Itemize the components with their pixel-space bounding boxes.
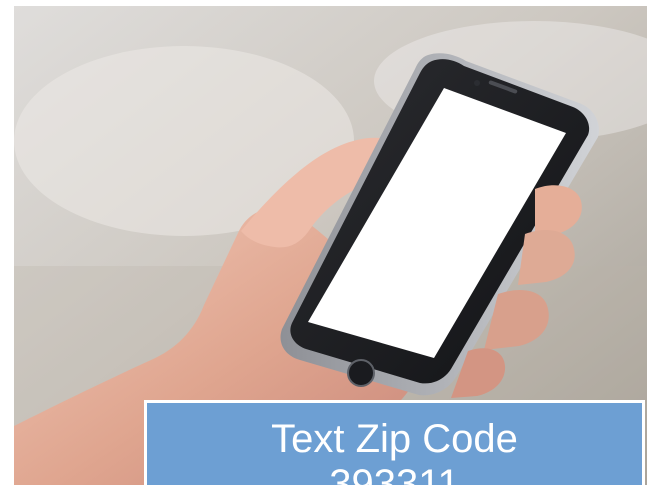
banner-headline: Text Zip Code: [271, 417, 518, 461]
text-zip-code-banner: Text Zip Code 393311: [144, 400, 645, 485]
promo-graphic: Text Zip Code 393311: [0, 0, 647, 485]
zip-code-value: 393311: [329, 462, 460, 485]
